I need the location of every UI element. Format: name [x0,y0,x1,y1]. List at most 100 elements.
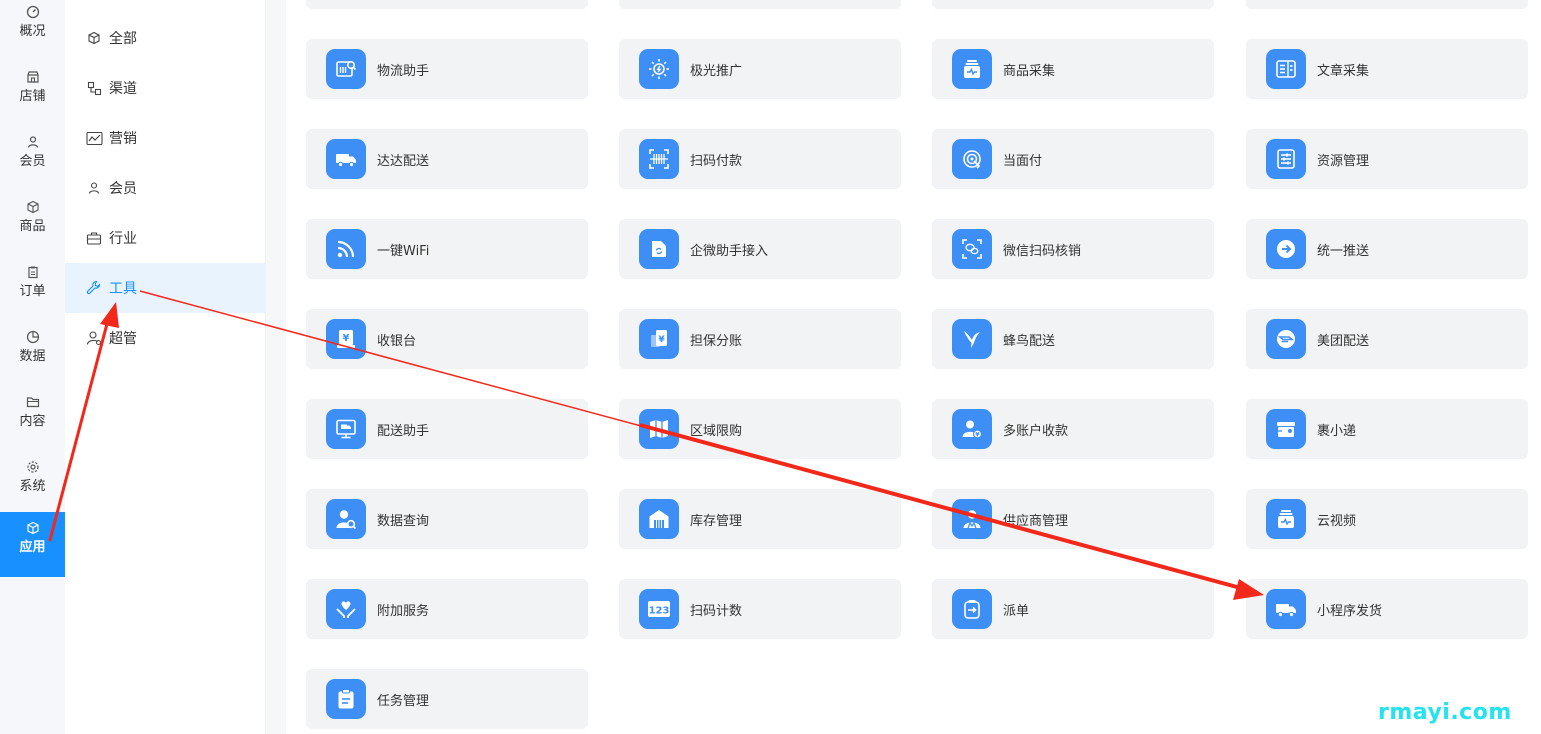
tool-card-partial[interactable] [306,0,588,9]
ship-icon [1266,589,1306,629]
briefcase-icon [85,229,103,247]
sub-nav-menu: 全部 渠道 营销 会员 行业 工具 超管 [65,0,266,734]
tool-card-one-click-wifi[interactable]: 一键WiFi [306,219,588,279]
split-icon: ¥ [639,319,679,359]
tool-card-label: 扫码付款 [690,153,743,169]
rail-item-label: 店铺 [19,89,46,104]
tool-card-label: 当面付 [1003,153,1043,169]
tool-card-multi-account-collection[interactable]: ¥ 多账户收款 [932,399,1214,459]
tool-card-wecom-assistant[interactable]: 企微助手接入 [619,219,901,279]
rail-item-products[interactable]: 商品 [0,191,65,256]
tool-card-wechat-scan-verify[interactable]: 微信扫码核销 [932,219,1214,279]
content-gutter [266,0,286,734]
tool-card-product-collection[interactable]: 商品采集 [932,39,1214,99]
submenu-item-label: 工具 [109,281,137,297]
gear-icon [25,459,41,475]
svg-text:¥: ¥ [343,333,350,344]
delivery-monitor-icon [326,409,366,449]
tool-card-label: 区域限购 [690,423,743,439]
tool-card-dada-delivery[interactable]: 达达配送 [306,129,588,189]
rail-item-system[interactable]: 系统 [0,451,65,516]
svg-text:123: 123 [649,606,670,617]
rail-item-label: 商品 [19,219,46,234]
wifi-icon [326,229,366,269]
multi-account-icon: ¥ [952,409,992,449]
folder-icon [25,394,41,410]
tool-card-dispatch[interactable]: 派单 [932,579,1214,639]
collect-icon [952,49,992,89]
submenu-item-channel[interactable]: 渠道 [65,63,266,113]
tool-card-label: 多账户收款 [1003,423,1069,439]
tool-card-label: 蜂鸟配送 [1003,333,1056,349]
map-icon [639,409,679,449]
store-icon [25,69,41,85]
dashboard-icon [25,4,41,20]
submenu-item-tools[interactable]: 工具 [65,263,266,313]
rail-item-data[interactable]: 数据 [0,321,65,386]
rail-item-orders[interactable]: 订单 [0,256,65,321]
meituan-icon [1266,319,1306,359]
tool-card-partial[interactable] [619,0,901,9]
hummingbird-icon [952,319,992,359]
tool-card-scan-count[interactable]: 123 扫码计数 [619,579,901,639]
submenu-item-label: 行业 [109,231,137,247]
tool-card-label: 云视频 [1317,513,1357,529]
rail-item-label: 应用 [19,540,46,555]
rail-item-overview[interactable]: 概况 [0,0,65,61]
tool-card-hummingbird-delivery[interactable]: 蜂鸟配送 [932,309,1214,369]
rail-item-members[interactable]: 会员 [0,126,65,191]
tool-card-meituan-delivery[interactable]: 美团配送 [1246,309,1528,369]
tool-card-aurora-promotion[interactable]: 极光推广 [619,39,901,99]
tool-card-label: 企微助手接入 [690,243,769,259]
tool-card-guarantee-split[interactable]: ¥ 担保分账 [619,309,901,369]
rail-item-label: 会员 [19,154,46,169]
tool-card-face-to-face-pay[interactable]: 当面付 [932,129,1214,189]
tool-card-logistics-assistant[interactable]: 物流助手 [306,39,588,99]
tool-card-regional-purchase-limit[interactable]: 区域限购 [619,399,901,459]
video-icon [1266,499,1306,539]
resource-icon [1266,139,1306,179]
submenu-item-marketing[interactable]: 营销 [65,113,266,163]
rail-item-apps[interactable]: 应用 [0,512,65,577]
tool-card-additional-services[interactable]: 附加服务 [306,579,588,639]
cashier-icon: ¥ [326,319,366,359]
submenu-item-industry[interactable]: 行业 [65,213,266,263]
rail-item-label: 内容 [19,414,46,429]
tool-card-cashier[interactable]: ¥ 收银台 [306,309,588,369]
tool-card-unified-push[interactable]: 统一推送 [1246,219,1528,279]
pie-chart-icon [25,329,41,345]
tool-card-supplier-management[interactable]: 供应商管理 [932,489,1214,549]
tool-card-label: 裹小递 [1317,423,1357,439]
submenu-item-members[interactable]: 会员 [65,163,266,213]
tool-card-partial[interactable] [1246,0,1528,9]
tool-card-article-collection[interactable]: 文章采集 [1246,39,1528,99]
box-icon [25,199,41,215]
tool-card-label: 库存管理 [690,513,743,529]
tool-card-label: 配送助手 [377,423,430,439]
tool-card-inventory-management[interactable]: 库存管理 [619,489,901,549]
rail-item-label: 数据 [19,349,46,364]
tool-card-mini-program-shipping[interactable]: 小程序发货 [1246,579,1528,639]
tool-card-delivery-assistant[interactable]: 配送助手 [306,399,588,459]
tool-card-label: 供应商管理 [1003,513,1069,529]
submenu-item-label: 渠道 [109,81,137,97]
user-search-icon [326,499,366,539]
tool-card-parcel-delivery[interactable]: 裹小递 [1246,399,1528,459]
submenu-item-super-admin[interactable]: 超管 [65,313,266,363]
push-icon [1266,229,1306,269]
rail-item-content[interactable]: 内容 [0,386,65,451]
tool-card-label: 担保分账 [690,333,743,349]
tool-card-data-query[interactable]: 数据查询 [306,489,588,549]
tool-card-cloud-video[interactable]: 云视频 [1246,489,1528,549]
tools-grid: 物流助手 极光推广 商品采集 文章采集 达达配送 扫码付款 当面付 资源管理 一… [286,0,1541,734]
tool-card-resource-management[interactable]: 资源管理 [1246,129,1528,189]
rail-item-store[interactable]: 店铺 [0,61,65,126]
tool-card-scan-pay[interactable]: 扫码付款 [619,129,901,189]
tool-card-label: 收银台 [377,333,417,349]
tool-card-partial[interactable] [932,0,1214,9]
tool-card-task-management[interactable]: 任务管理 [306,669,588,729]
tool-card-label: 小程序发货 [1317,603,1383,619]
submenu-item-all[interactable]: 全部 [65,13,266,63]
truck-icon [326,139,366,179]
watermark: rmayi.com [1378,700,1512,725]
